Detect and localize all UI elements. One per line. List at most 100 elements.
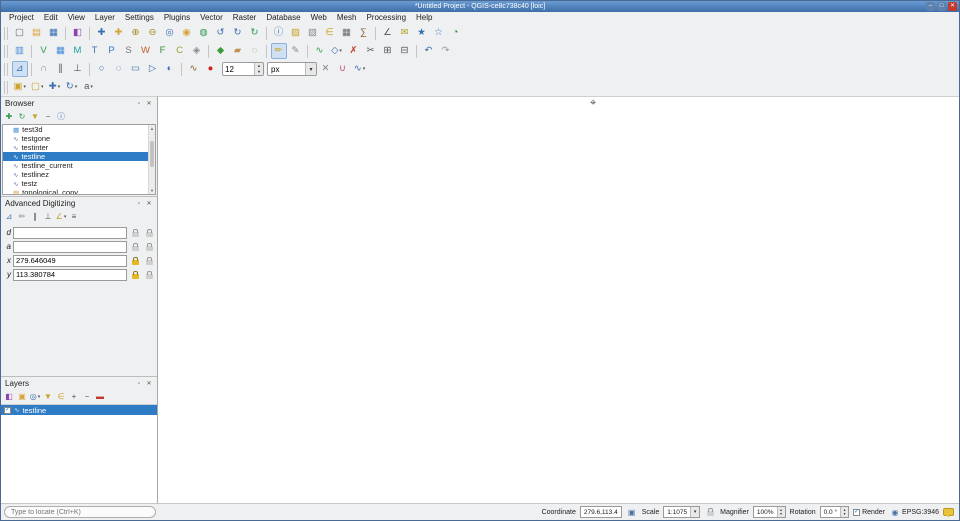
coordinate-value[interactable]: 279.6,113.4: [580, 506, 622, 518]
cad-angle-lock-button[interactable]: [129, 241, 141, 253]
move-label-icon[interactable]: ✚▾: [47, 79, 63, 95]
cad-settings-icon[interactable]: ≡: [68, 211, 80, 223]
browser-properties-icon[interactable]: ⓘ: [55, 111, 67, 123]
new-bookmark-icon[interactable]: ★: [414, 25, 430, 41]
layer-visibility-checkbox[interactable]: ✓: [4, 407, 11, 414]
stream-digitizing-icon[interactable]: ●: [203, 61, 219, 77]
menu-plugins[interactable]: Plugins: [159, 12, 195, 24]
add-delimited-text-layer-icon[interactable]: T: [87, 43, 103, 59]
parallel-constraint-icon[interactable]: ∥: [53, 61, 69, 77]
browser-scrollbar[interactable]: ▲ ▼: [148, 125, 155, 194]
menu-edit[interactable]: Edit: [39, 12, 63, 24]
browser-add-layers-icon[interactable]: ✚: [3, 111, 15, 123]
menu-mesh[interactable]: Mesh: [332, 12, 362, 24]
new-geopackage-layer-icon[interactable]: ◆: [213, 43, 229, 59]
cad-x-lock-button[interactable]: [129, 255, 141, 267]
browser-item-testgone[interactable]: ∿testgone: [3, 134, 148, 143]
scale-dropdown-icon[interactable]: ▾: [690, 507, 699, 517]
toolbar-handle[interactable]: [4, 63, 8, 76]
toolbar-handle[interactable]: [4, 81, 8, 94]
advanced-digitizing-close-icon[interactable]: ✕: [145, 200, 153, 208]
browser-close-icon[interactable]: ✕: [145, 100, 153, 108]
enable-advanced-digitizing-icon[interactable]: ⊿: [12, 61, 28, 77]
crs-button[interactable]: ◉ EPSG:3946: [889, 506, 939, 518]
layers-panel-titlebar[interactable]: Layers ▫ ✕: [1, 377, 157, 390]
new-project-icon[interactable]: ▢: [12, 25, 28, 41]
menu-raster[interactable]: Raster: [228, 12, 262, 24]
rotate-label-icon[interactable]: ↻▾: [64, 79, 80, 95]
zoom-next-icon[interactable]: ↻: [230, 25, 246, 41]
pan-to-selection-icon[interactable]: ✚: [111, 25, 127, 41]
pin-labels-icon[interactable]: ▣▾: [12, 79, 29, 95]
cad-distance-input[interactable]: [13, 227, 127, 239]
save-project-icon[interactable]: ▦: [46, 25, 62, 41]
identify-features-icon[interactable]: ⓘ: [271, 25, 287, 41]
scroll-down-icon[interactable]: ▼: [149, 187, 155, 194]
spin-down-icon[interactable]: ▼: [255, 69, 263, 75]
rotation-spin-arrows[interactable]: ▲▼: [840, 507, 848, 517]
browser-refresh-icon[interactable]: ↻: [16, 111, 28, 123]
save-layer-edits-icon[interactable]: ✎: [288, 43, 304, 59]
layer-item-testline[interactable]: ✓∿testline: [1, 405, 157, 415]
menu-project[interactable]: Project: [4, 12, 39, 24]
zoom-to-layer-icon[interactable]: ◍: [196, 25, 212, 41]
menu-layer[interactable]: Layer: [90, 12, 120, 24]
cut-features-icon[interactable]: ✂: [363, 43, 379, 59]
snapping-icon[interactable]: ∪: [335, 61, 351, 77]
tracing-options-icon[interactable]: ∿▾: [352, 61, 368, 77]
add-wms-layer-icon[interactable]: W: [138, 43, 154, 59]
spin-arrows[interactable]: ▲▼: [254, 63, 263, 75]
cad-y-lock-button[interactable]: [129, 269, 141, 281]
undo-icon[interactable]: ↶: [421, 43, 437, 59]
browser-item-topological_copy[interactable]: ▤topological_copy: [3, 188, 148, 195]
cad-distance-lock-button[interactable]: [129, 227, 141, 239]
menu-settings[interactable]: Settings: [120, 12, 159, 24]
magnifier-spinbox[interactable]: 100% ▲▼: [753, 506, 786, 518]
highlight-pinned-labels-icon[interactable]: ▢▾: [29, 79, 46, 95]
add-raster-layer-icon[interactable]: ▦: [53, 43, 69, 59]
cad-y-input[interactable]: [13, 269, 127, 281]
layers-close-icon[interactable]: ✕: [145, 380, 153, 388]
browser-panel-titlebar[interactable]: Browser ▫ ✕: [1, 97, 157, 110]
cad-enable-icon[interactable]: ⊿: [3, 211, 15, 223]
cad-y-repeat-lock-button[interactable]: [143, 269, 155, 281]
ellipse-icon[interactable]: ◐: [162, 61, 178, 77]
scale-combo[interactable]: 1:1075 ▾: [663, 506, 700, 518]
toolbar-handle[interactable]: [4, 27, 8, 40]
magnifier-spin-arrows[interactable]: ▲▼: [777, 507, 785, 517]
refresh-map-icon[interactable]: ↻: [247, 25, 263, 41]
remove-layer-icon[interactable]: ▬: [94, 391, 106, 403]
style-manager-icon[interactable]: ◧: [70, 25, 86, 41]
toolbar-handle[interactable]: [4, 45, 8, 58]
layers-float-icon[interactable]: ▫: [135, 380, 143, 388]
units-combo[interactable]: px ▾: [267, 62, 317, 76]
scroll-up-icon[interactable]: ▲: [149, 125, 155, 132]
add-vector-layer-icon[interactable]: V: [36, 43, 52, 59]
menu-help[interactable]: Help: [411, 12, 437, 24]
cad-parallel-icon[interactable]: ∥: [29, 211, 41, 223]
advanced-digitizing-titlebar[interactable]: Advanced Digitizing ▫ ✕: [1, 197, 157, 210]
regular-polygon-icon[interactable]: ▷: [145, 61, 161, 77]
open-attribute-table-icon[interactable]: ▦: [339, 25, 355, 41]
zoom-last-icon[interactable]: ↺: [213, 25, 229, 41]
toggle-extents-icon[interactable]: ▣: [626, 506, 638, 518]
deselect-features-icon[interactable]: ▧: [305, 25, 321, 41]
rectangle-extent-icon[interactable]: ▭: [128, 61, 144, 77]
change-label-properties-icon[interactable]: a▾: [81, 79, 97, 95]
cad-angle-input[interactable]: [13, 241, 127, 253]
circle-3points-icon[interactable]: ◌: [111, 61, 127, 77]
render-toggle[interactable]: ✓ Render: [853, 509, 885, 516]
zoom-to-selection-icon[interactable]: ◉: [179, 25, 195, 41]
menu-web[interactable]: Web: [306, 12, 332, 24]
cad-distance-repeat-lock-button[interactable]: [143, 227, 155, 239]
map-canvas[interactable]: ⌖: [158, 96, 959, 503]
perpendicular-constraint-icon[interactable]: ⊥: [70, 61, 86, 77]
filter-legend-icon[interactable]: ▼: [42, 391, 54, 403]
field-calculator-icon[interactable]: ∑: [356, 25, 372, 41]
scrollbar-thumb[interactable]: [150, 141, 154, 167]
spin-down-icon[interactable]: ▼: [843, 512, 846, 516]
delete-selected-icon[interactable]: ✗: [346, 43, 362, 59]
render-checkbox[interactable]: ✓: [853, 509, 860, 516]
browser-filter-icon[interactable]: ▼: [29, 111, 41, 123]
select-features-icon[interactable]: ▨: [288, 25, 304, 41]
